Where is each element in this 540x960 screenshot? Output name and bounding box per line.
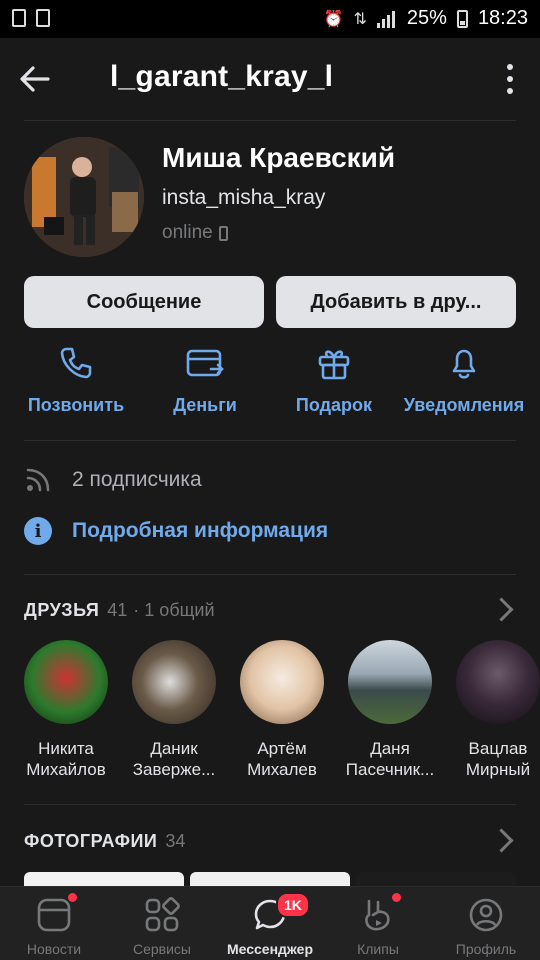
friends-list: Никита Михайлов Даник Заверже... Артём М… [0, 640, 540, 780]
friend-avatar [24, 640, 108, 724]
more-options-icon[interactable] [504, 64, 516, 94]
notifications-label: Уведомления [403, 395, 525, 415]
friend-item[interactable]: Артём Михалев [230, 640, 334, 780]
tab-messenger[interactable]: 1K Мессенджер [216, 887, 324, 960]
gift-label: Подарок [295, 395, 373, 415]
friend-first-name: Вацлав [468, 739, 528, 758]
friend-last-name: Мирный [465, 760, 531, 779]
recycle-notification-icon [36, 9, 50, 27]
gift-icon [318, 350, 350, 380]
tab-news-label: Новости [26, 941, 82, 957]
tab-messenger-label: Мессенджер [226, 941, 314, 957]
photos-header[interactable]: ФОТОГРАФИИ 34 [24, 831, 185, 852]
photos-count: 34 [165, 831, 186, 851]
friend-item[interactable]: Даник Заверже... [122, 640, 226, 780]
friends-chevron-icon[interactable] [489, 597, 514, 622]
friend-first-name: Артём [257, 739, 307, 758]
clock: 18:23 [477, 7, 528, 29]
bell-icon [452, 349, 476, 379]
gift-action[interactable]: Подарок [284, 345, 384, 416]
tab-profile-label: Профиль [455, 941, 517, 957]
page-title: l_garant_kray_l [110, 60, 334, 93]
signal-icon [376, 10, 395, 28]
quick-actions: Позвонить Деньги Подарок Уведомления [0, 345, 540, 425]
phone-icon [60, 347, 92, 379]
alarm-icon: ⏰ [323, 10, 344, 28]
online-label: online [162, 222, 213, 243]
tab-clips-label: Клипы [357, 941, 399, 957]
gallery-notification-icon [12, 9, 26, 27]
app-header: l_garant_kray_l [0, 38, 540, 120]
details-row[interactable]: i Подробная информация [24, 517, 328, 545]
friend-last-name: Михайлов [26, 760, 106, 779]
info-icon: i [24, 517, 52, 545]
mobile-device-icon [218, 225, 228, 241]
back-arrow-icon[interactable] [18, 62, 52, 96]
call-label: Позвонить [27, 395, 125, 415]
battery-icon [456, 9, 468, 28]
battery-percent: 25% [406, 7, 447, 29]
photos-title: ФОТОГРАФИИ [24, 831, 158, 851]
profile-status: insta_misha_kray [162, 186, 326, 209]
services-icon [145, 897, 180, 932]
messenger-badge: 1K [276, 892, 310, 918]
divider [24, 804, 516, 805]
friends-title: ДРУЗЬЯ [24, 600, 100, 620]
tab-profile[interactable]: Профиль [432, 887, 540, 960]
friend-avatar [240, 640, 324, 724]
clips-notification-dot [392, 893, 401, 902]
divider [24, 120, 516, 121]
tab-services[interactable]: Сервисы [108, 887, 216, 960]
profile-screen: ⏰ ⇅ 25% 18:23 l_garant_kray_l Миша Краев… [0, 0, 540, 960]
friend-last-name: Михалев [247, 760, 317, 779]
friend-item[interactable]: Даня Пасечник... [338, 640, 442, 780]
news-notification-dot [68, 893, 77, 902]
followers-count: 2 подписчика [72, 468, 202, 491]
divider [24, 440, 516, 441]
tab-news[interactable]: Новости [0, 887, 108, 960]
friend-avatar [348, 640, 432, 724]
followers-row[interactable]: 2 подписчика [24, 466, 202, 494]
money-label: Деньги [173, 395, 237, 415]
friend-first-name: Никита [38, 739, 94, 758]
avatar-photo [24, 137, 144, 257]
money-transfer-icon [186, 349, 224, 377]
friend-avatar [456, 640, 540, 724]
news-icon [37, 898, 71, 932]
friend-first-name: Даник [150, 739, 198, 758]
avatar[interactable] [24, 137, 144, 257]
friend-first-name: Даня [370, 739, 410, 758]
add-friend-button[interactable]: Добавить в дру... [276, 276, 516, 328]
message-button[interactable]: Сообщение [24, 276, 264, 328]
friend-last-name: Заверже... [132, 760, 216, 779]
tab-clips[interactable]: Клипы [324, 887, 432, 960]
clips-icon [365, 899, 390, 931]
details-label: Подробная информация [72, 519, 329, 542]
online-indicator: online [162, 222, 228, 244]
friend-last-name: Пасечник... [345, 760, 435, 779]
money-action[interactable]: Деньги [155, 345, 255, 416]
bottom-navigation: Новости Сервисы 1K Мессенджер Клипы Проф… [0, 886, 540, 960]
data-transfer-icon: ⇅ [353, 10, 367, 28]
friends-common: · 1 общий [133, 600, 215, 620]
friends-header[interactable]: ДРУЗЬЯ 41 · 1 общий [24, 600, 215, 621]
friends-count: 41 [107, 600, 128, 620]
photos-chevron-icon[interactable] [489, 828, 514, 853]
tab-services-label: Сервисы [132, 941, 191, 957]
notifications-action[interactable]: Уведомления [398, 345, 530, 416]
profile-name: Миша Краевский [162, 142, 396, 173]
rss-icon [26, 468, 50, 492]
friend-item[interactable]: Вацлав Мирный [446, 640, 540, 780]
friend-item[interactable]: Никита Михайлов [14, 640, 118, 780]
profile-icon [469, 898, 503, 932]
divider [24, 574, 516, 575]
friend-avatar [132, 640, 216, 724]
call-action[interactable]: Позвонить [20, 345, 132, 416]
status-bar: ⏰ ⇅ 25% 18:23 [0, 0, 540, 38]
